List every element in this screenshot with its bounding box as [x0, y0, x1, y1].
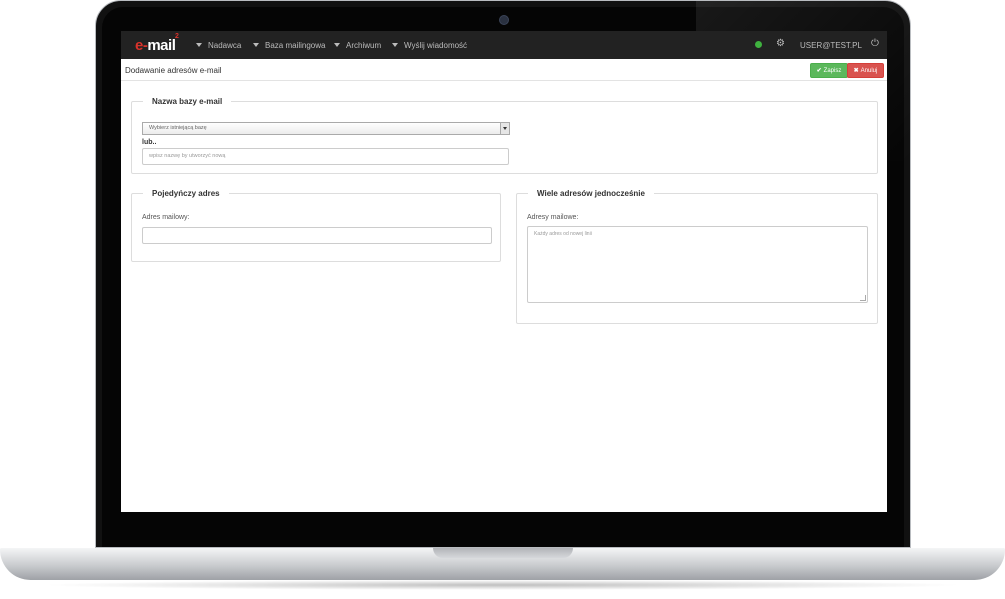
emails-textarea-label: Adresy mailowe: — [527, 214, 579, 221]
nav-item-label: Nadawca — [208, 41, 242, 50]
app-logo[interactable]: e-mail 2 — [135, 33, 179, 54]
power-icon[interactable]: ⏻ — [871, 38, 879, 49]
user-email[interactable]: USER@TEST.PL — [800, 41, 862, 50]
multiple-addresses-section: Wiele adresów jednocześnie Adresy mailow… — [516, 189, 878, 324]
app-screen: e-mail 2 Nadawca Baza mailingowa Archiwum… — [121, 31, 887, 512]
select-value: Wybierz istniejącą bazę — [149, 125, 207, 131]
check-icon: ✔ — [816, 68, 822, 74]
top-navbar: e-mail 2 Nadawca Baza mailingowa Archiwum… — [121, 31, 887, 59]
resize-handle-icon[interactable] — [860, 295, 866, 301]
laptop-shadow — [40, 580, 965, 590]
cancel-button-label: Anuluj — [860, 68, 878, 74]
nav-item-label: Baza mailingowa — [265, 41, 326, 50]
caret-down-icon — [392, 43, 398, 47]
save-button[interactable]: ✔ Zapisz — [810, 63, 848, 78]
logo-prefix: e- — [135, 37, 148, 54]
camera-icon — [499, 15, 509, 25]
chevron-down-icon — [500, 123, 509, 134]
caret-down-icon — [334, 43, 340, 47]
save-button-label: Zapisz — [823, 68, 842, 74]
single-address-section: Pojedyńczy adres Adres mailowy: — [131, 189, 501, 262]
laptop-base-notch — [433, 548, 573, 558]
page-subheader: Dodawanie adresów e-mail ✔ Zapisz ✖ Anuluj — [121, 59, 887, 81]
nav-item-archiwum[interactable]: Archiwum — [334, 41, 381, 50]
nav-item-label: Archiwum — [346, 41, 382, 50]
section-legend: Pojedyńczy adres — [143, 189, 229, 198]
check-circle-icon — [755, 41, 762, 48]
section-legend: Nazwa bazy e-mail — [143, 97, 232, 106]
nav-item-wyslij-wiadomosc[interactable]: Wyślij wiadomość — [392, 41, 467, 50]
gears-icon[interactable]: ⚙ — [776, 38, 785, 49]
cancel-button[interactable]: ✖ Anuluj — [847, 63, 884, 78]
email-field[interactable] — [142, 227, 492, 244]
caret-down-icon — [196, 43, 202, 47]
page-title: Dodawanie adresów e-mail — [125, 66, 222, 75]
base-name-section: Nazwa bazy e-mail Wybierz istniejącą baz… — [131, 97, 878, 174]
logo-text: mail — [147, 37, 176, 54]
section-legend: Wiele adresów jednocześnie — [528, 189, 654, 198]
nav-item-baza-mailingowa[interactable]: Baza mailingowa — [253, 41, 325, 50]
caret-down-icon — [253, 43, 259, 47]
email-field-label: Adres mailowy: — [142, 214, 190, 221]
emails-textarea[interactable]: Każdy adres od nowej linii — [527, 226, 868, 303]
textarea-placeholder: Każdy adres od nowej linii — [534, 231, 592, 237]
logo-superscript: 2 — [175, 33, 179, 40]
existing-base-select[interactable]: Wybierz istniejącą bazę — [142, 122, 510, 135]
new-base-name-input[interactable]: wpisz nazwę by utworzyć nową — [142, 148, 509, 165]
nav-item-label: Wyślij wiadomość — [404, 41, 468, 50]
nav-item-nadawca[interactable]: Nadawca — [196, 41, 241, 50]
or-label: lub.. — [142, 139, 157, 146]
close-icon: ✖ — [853, 68, 859, 74]
